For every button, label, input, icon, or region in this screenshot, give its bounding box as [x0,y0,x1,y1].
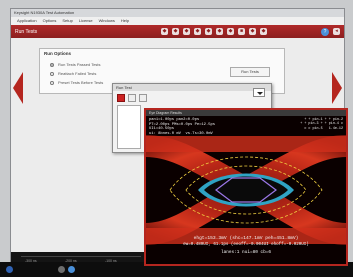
run-option-label: Preset Tests Before Tests [58,80,104,85]
eye-diagram-window: Eye Diagram Results pan1=1.00ps pan2=0.0 [144,108,348,266]
help-icon[interactable]: ? [321,27,329,36]
tool-icon[interactable]: ◆ [249,28,256,35]
run-option-label: Reattach Failed Tests [58,71,97,76]
eye-height-readout: ehgt=153.3mV (shc=147.1mV peh=451.8mV) [193,236,299,241]
run-tests-button[interactable]: Run Tests [230,67,270,77]
menu-bar: Application Options Setup License Window… [11,17,344,25]
toolbar: Run Tests ◆ ◆ ◆ ◆ ◆ ◆ ◆ ■ ◆ ◆ ? ◂ [11,25,344,38]
menu-setup[interactable]: Setup [62,17,72,25]
pause-button[interactable] [128,94,136,102]
window-title: Keysight N1930A Test Automation [11,9,344,17]
stop-button[interactable] [117,94,125,102]
menu-windows[interactable]: Windows [99,17,115,25]
radio-selected-icon [50,62,54,67]
tool-icon[interactable]: ◆ [227,28,234,35]
eye-info-right: + + pin-1 + + pin-2 + + pin-3 + + pin-4 … [300,118,343,131]
tool-icon[interactable]: ◆ [260,28,267,35]
eye-info-left: pan1=1.00ps pan2=0.0ps PT=2.00ps PMs=0.0… [149,118,216,136]
eye-width-readout: ew=0.489UI, 61.1ps (eeoff=-0.004UI ehoff… [183,243,309,247]
tool-icon[interactable]: ◆ [194,28,201,35]
run-option-3[interactable]: Preset Tests Before Tests [50,80,103,85]
toolbar-title: Run Tests [15,28,38,35]
tool-icon[interactable]: ◆ [183,28,190,35]
arrow-left-icon [13,72,23,104]
menu-help[interactable]: Help [121,17,129,25]
tool-icon[interactable]: ◆ [205,28,212,35]
run-test-dialog-title: Run Test [113,84,271,91]
dropdown-icon[interactable] [253,88,265,97]
play-button[interactable] [139,94,147,102]
eye-lanes-readout: lanes:1 nui=80 cb=6 [220,250,272,255]
run-options-legend: Run Options [44,51,71,56]
screen: Keysight N1930A Test Automation Applicat… [0,0,353,277]
start-icon[interactable] [6,266,13,273]
taskbar-app-icon[interactable] [58,266,65,273]
stop-icon[interactable]: ■ [238,28,245,35]
run-option-2[interactable]: Reattach Failed Tests [50,71,96,76]
tool-icon[interactable]: ◆ [172,28,179,35]
tool-icon[interactable]: ◆ [216,28,223,35]
tool-icon[interactable]: ◆ [161,28,168,35]
toolbar-tools: ◆ ◆ ◆ ◆ ◆ ◆ ◆ ■ ◆ ◆ [161,28,267,35]
timeline-axis [21,256,141,257]
run-option-1[interactable]: Run Tests Passed Tests [50,62,101,67]
test-list[interactable] [117,105,141,149]
run-option-label: Run Tests Passed Tests [58,62,101,67]
radio-icon [50,71,54,76]
taskbar-app-icon[interactable] [68,266,75,273]
eye-diagram-plot [146,116,346,264]
menu-options[interactable]: Options [43,17,57,25]
arrow-right-icon [332,72,342,104]
expand-icon[interactable]: ◂ [333,27,340,35]
menu-application[interactable]: Application [17,17,37,25]
radio-icon [50,80,54,85]
nav-back-button[interactable] [11,60,25,116]
menu-license[interactable]: License [79,17,93,25]
